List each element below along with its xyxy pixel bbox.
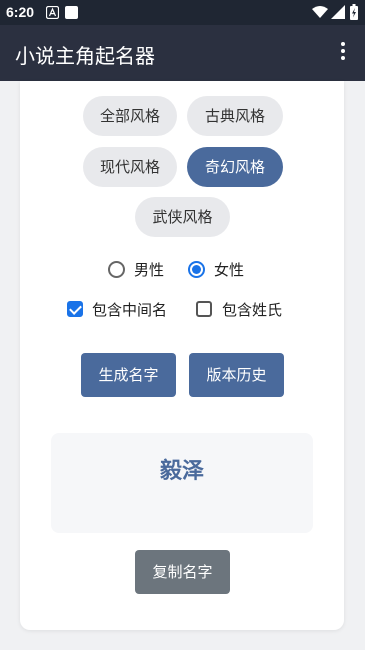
style-chip-classical[interactable]: 古典风格 [187,96,283,136]
status-bar: 6:20 [0,0,365,25]
middle-name-label: 包含中间名 [92,301,168,319]
notification-a-icon [46,6,59,19]
gender-male-label: 男性 [134,261,165,279]
copy-name-button[interactable]: 复制名字 [135,550,230,594]
gender-male-radio[interactable] [108,261,125,278]
status-time: 6:20 [6,4,35,20]
style-chip-fantasy[interactable]: 奇幻风格 [187,147,283,187]
result-box: 毅泽 [51,433,313,533]
app-title: 小说主角起名器 [15,44,155,68]
gender-female-label: 女性 [214,261,245,279]
signal-icon [331,5,345,19]
wifi-icon [312,6,328,18]
style-chip-wuxia[interactable]: 武侠风格 [135,197,230,237]
app-bar: 小说主角起名器 [0,25,365,81]
generated-name: 毅泽 [159,459,204,484]
overflow-menu-icon[interactable] [331,39,355,67]
middle-name-checkbox[interactable] [67,301,83,317]
generator-card: 全部风格 古典风格 现代风格 奇幻风格 武侠风格 男性 女性 包含中间名 包含姓… [20,81,344,630]
generate-name-button[interactable]: 生成名字 [81,353,176,397]
style-chip-modern[interactable]: 现代风格 [83,147,177,187]
notification-square-icon [65,6,78,19]
surname-label: 包含姓氏 [222,301,283,319]
style-chip-all[interactable]: 全部风格 [83,96,177,136]
surname-checkbox[interactable] [196,301,212,317]
battery-icon [350,4,358,20]
gender-female-radio[interactable] [188,261,205,278]
version-history-button[interactable]: 版本历史 [189,353,284,397]
